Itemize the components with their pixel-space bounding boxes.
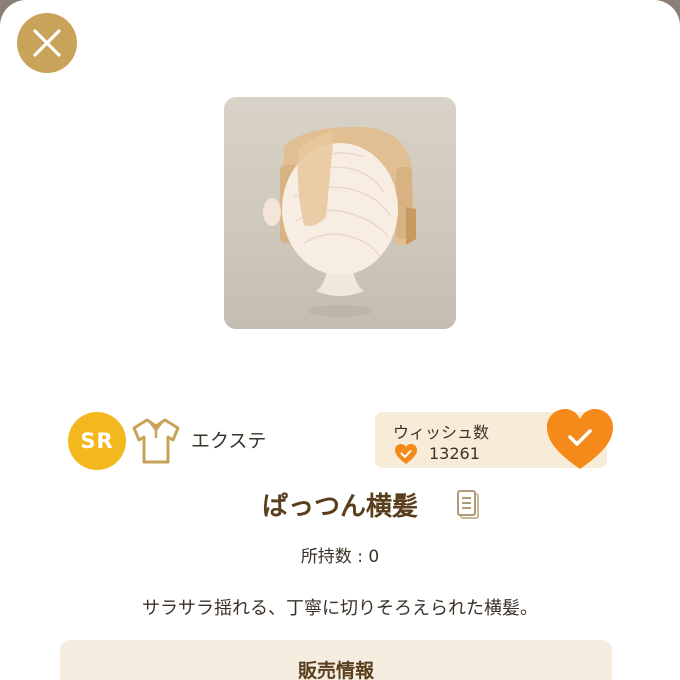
document-icon[interactable] <box>456 490 480 520</box>
item-description: サラサラ揺れる、丁寧に切りそろえられた横髪。 <box>142 598 538 619</box>
heart-check-small-icon <box>395 444 417 464</box>
owned-count-text: 所持数 : 0 <box>300 547 380 567</box>
close-icon <box>33 29 61 57</box>
rarity-badge: SR <box>68 412 126 470</box>
sale-info-title: 販売情報 <box>297 660 374 680</box>
sale-info-panel: 販売情報 <box>60 640 612 680</box>
wish-heart-button[interactable] <box>545 407 615 471</box>
item-detail-sheet: SR エクステ ウィッシュ数 13261 ぱっつん横髪 所持数 : 0 サラサラ… <box>0 0 680 680</box>
item-name: ぱっつん横髪 <box>261 492 418 522</box>
category-label: エクステ <box>191 430 267 452</box>
wish-count: 13261 <box>429 444 480 463</box>
hair-preview-image <box>263 126 416 317</box>
wish-title: ウィッシュ数 <box>393 423 490 442</box>
close-button[interactable] <box>17 13 77 73</box>
item-preview-card <box>224 97 456 329</box>
shirt-icon <box>132 418 180 464</box>
